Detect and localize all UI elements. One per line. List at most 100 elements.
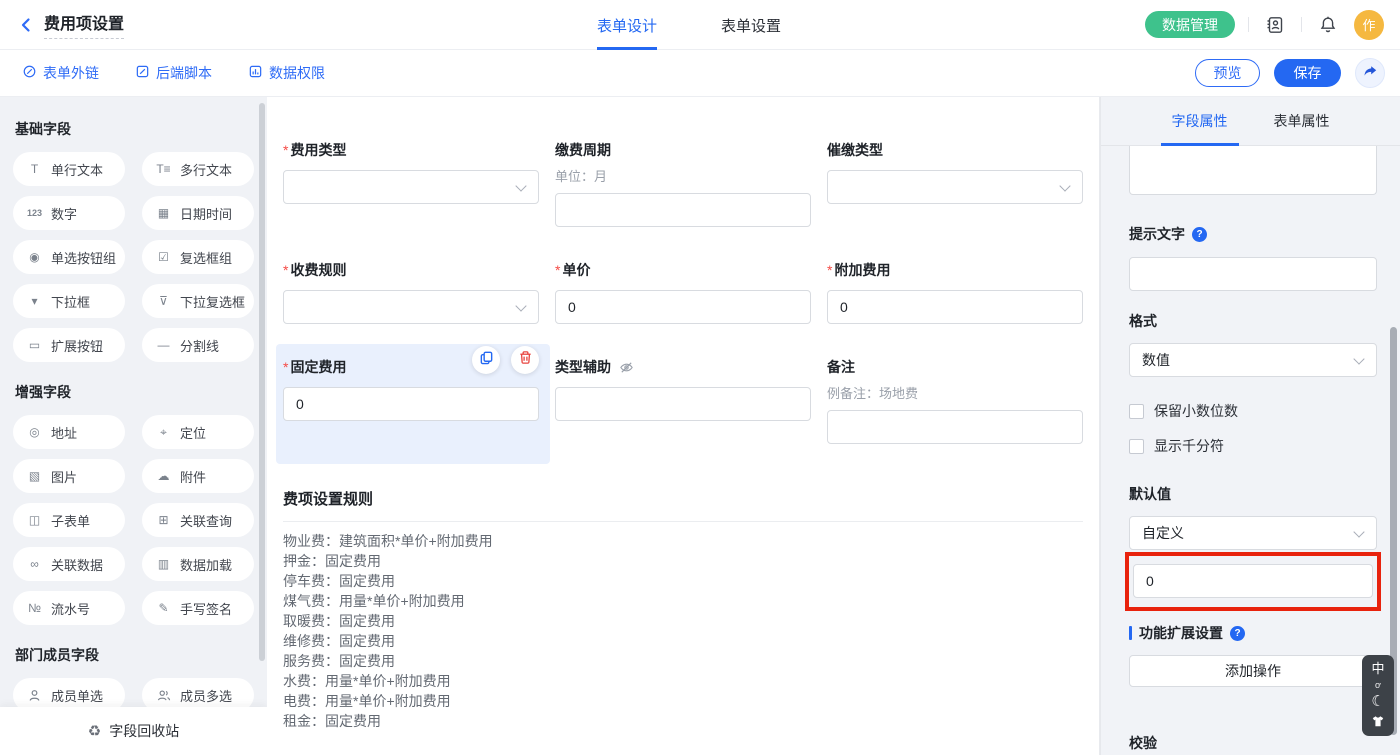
sidebar-section-title: 增强字段 bbox=[15, 382, 254, 402]
bell-icon[interactable] bbox=[1315, 12, 1341, 38]
field-type-assist[interactable]: 类型辅助 bbox=[555, 344, 811, 464]
sidebar-field-number[interactable]: 123数字 bbox=[13, 196, 125, 230]
copy-field-button[interactable] bbox=[472, 346, 500, 374]
fixed-fee-input[interactable]: 0 bbox=[283, 387, 539, 421]
remark-input[interactable] bbox=[827, 410, 1083, 444]
format-select[interactable]: 数值 bbox=[1129, 343, 1377, 377]
unit-price-input[interactable]: 0 bbox=[555, 290, 811, 324]
tab-form-settings[interactable]: 表单设置 bbox=[721, 0, 781, 50]
field-unit-price[interactable]: *单价 0 bbox=[555, 247, 811, 344]
address-icon: ◎ bbox=[26, 425, 43, 439]
page-title[interactable]: 费用项设置 bbox=[44, 10, 124, 39]
language-toggle[interactable]: 中 bbox=[1371, 662, 1384, 675]
delete-field-button[interactable] bbox=[511, 346, 539, 374]
divider bbox=[1301, 17, 1302, 32]
extra-fee-input[interactable]: 0 bbox=[827, 290, 1083, 324]
select-value: 数值 bbox=[1142, 350, 1170, 370]
payment-cycle-input[interactable] bbox=[555, 193, 811, 227]
default-value-select[interactable]: 自定义 bbox=[1129, 516, 1377, 550]
backend-script-link[interactable]: 后端脚本 bbox=[135, 63, 212, 83]
back-icon[interactable] bbox=[14, 13, 38, 37]
trash-icon bbox=[518, 350, 533, 370]
script-icon bbox=[135, 64, 150, 82]
decimal-checkbox[interactable] bbox=[1129, 404, 1144, 419]
field-recycle-bin[interactable]: ♻ 字段回收站 bbox=[0, 707, 267, 755]
field-fee-type[interactable]: *费用类型 bbox=[283, 127, 539, 247]
sidebar-field-multi-select[interactable]: ⊽下拉复选框 bbox=[142, 284, 254, 318]
field-fixed-fee-selected[interactable]: *固定费用 0 bbox=[283, 344, 539, 464]
thousand-checkbox[interactable] bbox=[1129, 439, 1144, 454]
moon-icon[interactable]: ☾ bbox=[1371, 695, 1384, 709]
type-assist-input[interactable] bbox=[555, 387, 811, 421]
field-name-input[interactable] bbox=[1129, 146, 1377, 195]
section-accent-bar bbox=[1129, 626, 1132, 640]
sidebar-field-location[interactable]: ⌖定位 bbox=[142, 415, 254, 449]
field-charge-rule[interactable]: *收费规则 bbox=[283, 247, 539, 344]
sidebar-field-signature[interactable]: ✎手写签名 bbox=[142, 591, 254, 625]
preview-button[interactable]: 预览 bbox=[1195, 59, 1260, 87]
sidebar-field-extend-button[interactable]: ▭扩展按钮 bbox=[13, 328, 125, 362]
field-collection-type[interactable]: 催缴类型 bbox=[827, 127, 1083, 247]
eye-off-icon bbox=[619, 360, 634, 375]
input-value: 0 bbox=[568, 299, 576, 315]
decimal-checkbox-row[interactable]: 保留小数位数 bbox=[1129, 401, 1377, 421]
sidebar-field-label: 成员多选 bbox=[180, 686, 232, 705]
sidebar-field-image[interactable]: ▧图片 bbox=[13, 459, 125, 493]
tab-form-properties[interactable]: 表单属性 bbox=[1274, 97, 1330, 146]
sidebar-field-address[interactable]: ◎地址 bbox=[13, 415, 125, 449]
sidebar-field-label: 成员单选 bbox=[51, 686, 103, 705]
fee-type-select[interactable] bbox=[283, 170, 539, 204]
backend-script-label: 后端脚本 bbox=[156, 63, 212, 83]
address-book-icon[interactable] bbox=[1262, 12, 1288, 38]
field-extra-fee[interactable]: *附加费用 0 bbox=[827, 247, 1083, 344]
sidebar-field-subform[interactable]: ◫ 子表单 bbox=[13, 503, 125, 537]
field-payment-cycle[interactable]: 缴费周期 单位：月 bbox=[555, 127, 811, 247]
sidebar-field-relation-data[interactable]: ∞关联数据 bbox=[13, 547, 125, 581]
form-grid: *费用类型 缴费周期 单位：月 催缴类型 *收费规则 *单价 0 *附加费用 0 bbox=[267, 97, 1099, 464]
field-label-text: 单价 bbox=[562, 260, 590, 280]
charge-rule-select[interactable] bbox=[283, 290, 539, 324]
default-value-input[interactable]: 0 bbox=[1133, 564, 1373, 598]
sidebar-field-data-load[interactable]: ▥数据加载 bbox=[142, 547, 254, 581]
sidebar-field-serial-number[interactable]: №流水号 bbox=[13, 591, 125, 625]
help-icon[interactable]: ? bbox=[1230, 626, 1245, 641]
form-external-link[interactable]: 表单外链 bbox=[22, 63, 99, 83]
hint-text-input[interactable] bbox=[1129, 257, 1377, 291]
member-multi-icon bbox=[155, 689, 172, 702]
sidebar-field-label: 子表单 bbox=[51, 511, 90, 530]
avatar[interactable]: 作 bbox=[1354, 10, 1384, 40]
voice-icon[interactable]: ơ bbox=[1375, 681, 1381, 690]
sidebar-field-label: 单选按钮组 bbox=[51, 248, 116, 267]
data-permission-link[interactable]: 数据权限 bbox=[248, 63, 325, 83]
sidebar-field-checkbox-group[interactable]: ☑复选框组 bbox=[142, 240, 254, 274]
tab-form-design[interactable]: 表单设计 bbox=[597, 0, 657, 50]
sidebar-field-attachment[interactable]: ☁附件 bbox=[142, 459, 254, 493]
sidebar-field-divider[interactable]: —分割线 bbox=[142, 328, 254, 362]
select-icon: ▾ bbox=[26, 294, 43, 308]
sidebar-field-relation-query[interactable]: ⊞关联查询 bbox=[142, 503, 254, 537]
share-button[interactable] bbox=[1355, 58, 1385, 88]
save-button[interactable]: 保存 bbox=[1274, 59, 1341, 87]
add-action-button[interactable]: 添加操作 bbox=[1129, 655, 1377, 687]
sidebar-field-multi-line-text[interactable]: T≡多行文本 bbox=[142, 152, 254, 186]
tab-field-properties[interactable]: 字段属性 bbox=[1172, 97, 1228, 146]
format-label: 格式 bbox=[1129, 311, 1377, 331]
subform-icon: ◫ bbox=[26, 513, 43, 527]
attachment-icon: ☁ bbox=[155, 469, 172, 483]
help-icon[interactable]: ? bbox=[1192, 227, 1207, 242]
sidebar-scrollbar[interactable] bbox=[259, 103, 265, 661]
thousand-checkbox-row[interactable]: 显示千分符 bbox=[1129, 436, 1377, 456]
data-manage-button[interactable]: 数据管理 bbox=[1145, 11, 1235, 38]
collection-type-select[interactable] bbox=[827, 170, 1083, 204]
shirt-icon[interactable] bbox=[1371, 715, 1385, 728]
sidebar-field-label: 下拉复选框 bbox=[180, 292, 245, 311]
field-remark[interactable]: 备注 例备注：场地费 bbox=[827, 344, 1083, 464]
default-value-label: 默认值 bbox=[1129, 484, 1377, 504]
sidebar-field-radio-group[interactable]: ◉单选按钮组 bbox=[13, 240, 125, 274]
rule-line: 租金：固定费用 bbox=[283, 711, 1083, 731]
sidebar-field-datetime[interactable]: ▦日期时间 bbox=[142, 196, 254, 230]
sidebar-field-single-line-text[interactable]: T单行文本 bbox=[13, 152, 125, 186]
rule-line: 电费：用量*单价+附加费用 bbox=[283, 691, 1083, 711]
extension-settings-label: 功能扩展设置 bbox=[1139, 623, 1223, 643]
sidebar-field-select[interactable]: ▾下拉框 bbox=[13, 284, 125, 318]
